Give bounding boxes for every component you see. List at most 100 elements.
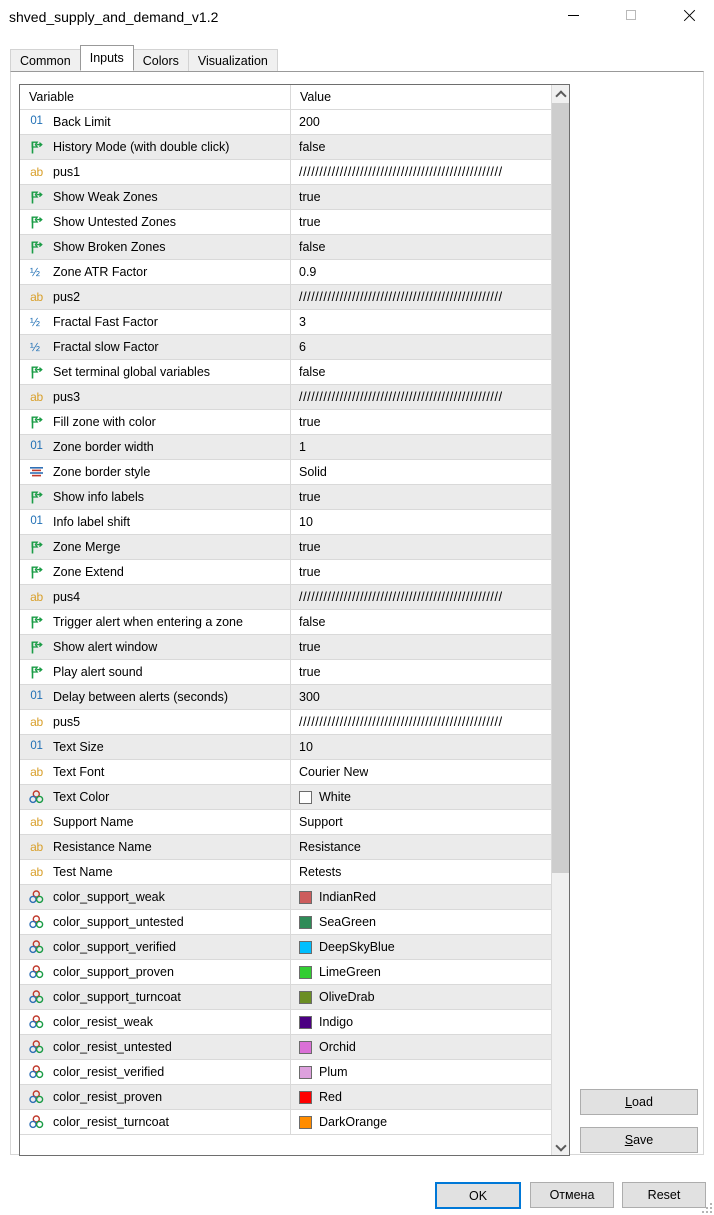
ok-button[interactable]: OK — [435, 1182, 521, 1209]
table-row[interactable]: Zone Extend true — [20, 560, 552, 585]
table-row[interactable]: 01 Delay between alerts (seconds) 300 — [20, 685, 552, 710]
scrollbar-thumb[interactable] — [552, 103, 569, 873]
table-row[interactable]: Text Color White — [20, 785, 552, 810]
table-row[interactable]: Trigger alert when entering a zone false — [20, 610, 552, 635]
cell-value[interactable]: false — [290, 360, 552, 384]
cell-value[interactable]: Support — [290, 810, 552, 834]
cell-value[interactable]: false — [290, 135, 552, 159]
save-button[interactable]: Save — [580, 1127, 698, 1153]
cell-value[interactable]: OliveDrab — [290, 985, 552, 1009]
cell-value[interactable]: 0.9 — [290, 260, 552, 284]
cell-value[interactable]: true — [290, 485, 552, 509]
table-row[interactable]: color_support_proven LimeGreen — [20, 960, 552, 985]
minimize-button[interactable] — [550, 0, 596, 30]
scroll-up-button[interactable] — [552, 85, 569, 103]
tab-visualization[interactable]: Visualization — [187, 49, 278, 71]
cell-value[interactable]: Red — [290, 1085, 552, 1109]
table-row[interactable]: History Mode (with double click) false — [20, 135, 552, 160]
cell-value[interactable]: 1 — [290, 435, 552, 459]
cell-value[interactable]: ////////////////////////////////////////… — [290, 285, 552, 309]
table-row[interactable]: ½ Fractal slow Factor 6 — [20, 335, 552, 360]
reset-button[interactable]: Reset — [622, 1182, 706, 1208]
maximize-button[interactable] — [608, 0, 654, 30]
table-row[interactable]: ab Test Name Retests — [20, 860, 552, 885]
cell-value[interactable]: true — [290, 210, 552, 234]
cell-value[interactable]: true — [290, 660, 552, 684]
cancel-button[interactable]: Отмена — [530, 1182, 614, 1208]
cell-value[interactable]: true — [290, 410, 552, 434]
table-row[interactable]: ab Support Name Support — [20, 810, 552, 835]
table-row[interactable]: Zone border style Solid — [20, 460, 552, 485]
cell-value[interactable]: ////////////////////////////////////////… — [290, 585, 552, 609]
cell-value[interactable]: ////////////////////////////////////////… — [290, 710, 552, 734]
tab-inputs[interactable]: Inputs — [79, 45, 134, 71]
grid-vertical-scrollbar[interactable] — [551, 85, 569, 1155]
table-row[interactable]: Play alert sound true — [20, 660, 552, 685]
table-row[interactable]: color_support_turncoat OliveDrab — [20, 985, 552, 1010]
cell-value[interactable]: Plum — [290, 1060, 552, 1084]
cell-value[interactable]: true — [290, 185, 552, 209]
cell-value[interactable]: true — [290, 635, 552, 659]
cell-value[interactable]: Retests — [290, 860, 552, 884]
cell-value[interactable]: 10 — [290, 510, 552, 534]
table-row[interactable]: Show Broken Zones false — [20, 235, 552, 260]
cell-value[interactable]: ////////////////////////////////////////… — [290, 160, 552, 184]
table-row[interactable]: Show Untested Zones true — [20, 210, 552, 235]
table-row[interactable]: 01 Back Limit 200 — [20, 110, 552, 135]
cell-value[interactable]: false — [290, 235, 552, 259]
table-row[interactable]: ab pus1 //////////////////////////////////… — [20, 160, 552, 185]
tab-colors[interactable]: Colors — [132, 49, 189, 71]
table-row[interactable]: ab pus4 //////////////////////////////////… — [20, 585, 552, 610]
cell-value[interactable]: false — [290, 610, 552, 634]
load-button[interactable]: Load — [580, 1089, 698, 1115]
cell-value[interactable]: DarkOrange — [290, 1110, 552, 1134]
cell-value[interactable]: 200 — [290, 110, 552, 134]
table-row[interactable]: color_resist_turncoat DarkOrange — [20, 1110, 552, 1135]
table-row[interactable]: color_resist_weak Indigo — [20, 1010, 552, 1035]
tab-common[interactable]: Common — [10, 49, 81, 71]
table-row[interactable]: ab pus5 //////////////////////////////////… — [20, 710, 552, 735]
table-row[interactable]: 01 Info label shift 10 — [20, 510, 552, 535]
table-row[interactable]: color_resist_untested Orchid — [20, 1035, 552, 1060]
cell-value[interactable]: Courier New — [290, 760, 552, 784]
table-row[interactable]: color_support_weak IndianRed — [20, 885, 552, 910]
cell-value[interactable]: 300 — [290, 685, 552, 709]
table-row[interactable]: ½ Fractal Fast Factor 3 — [20, 310, 552, 335]
cell-value[interactable]: true — [290, 560, 552, 584]
cell-value[interactable]: White — [290, 785, 552, 809]
table-row[interactable]: color_support_verified DeepSkyBlue — [20, 935, 552, 960]
cell-value[interactable]: Solid — [290, 460, 552, 484]
table-row[interactable]: Show info labels true — [20, 485, 552, 510]
cell-value[interactable]: Resistance — [290, 835, 552, 859]
table-row[interactable]: ½ Zone ATR Factor 0.9 — [20, 260, 552, 285]
scroll-down-button[interactable] — [552, 1137, 569, 1155]
cell-value[interactable]: Indigo — [290, 1010, 552, 1034]
cell-value[interactable]: IndianRed — [290, 885, 552, 909]
table-row[interactable]: 01 Zone border width 1 — [20, 435, 552, 460]
table-row[interactable]: Fill zone with color true — [20, 410, 552, 435]
cell-value[interactable]: ////////////////////////////////////////… — [290, 385, 552, 409]
cell-value[interactable]: 3 — [290, 310, 552, 334]
table-row[interactable]: ab Text Font Courier New — [20, 760, 552, 785]
table-row[interactable]: color_support_untested SeaGreen — [20, 910, 552, 935]
cell-value[interactable]: SeaGreen — [290, 910, 552, 934]
cell-value[interactable]: 10 — [290, 735, 552, 759]
table-row[interactable]: color_resist_verified Plum — [20, 1060, 552, 1085]
table-row[interactable]: 01 Text Size 10 — [20, 735, 552, 760]
table-row[interactable]: Show alert window true — [20, 635, 552, 660]
scrollbar-trough[interactable] — [552, 873, 569, 909]
cell-value[interactable]: LimeGreen — [290, 960, 552, 984]
table-row[interactable]: Show Weak Zones true — [20, 185, 552, 210]
cell-value[interactable]: 6 — [290, 335, 552, 359]
table-row[interactable]: ab Resistance Name Resistance — [20, 835, 552, 860]
table-row[interactable]: ab pus3 //////////////////////////////////… — [20, 385, 552, 410]
resize-grip[interactable] — [702, 1203, 712, 1213]
cell-value[interactable]: true — [290, 535, 552, 559]
table-row[interactable]: color_resist_proven Red — [20, 1085, 552, 1110]
table-row[interactable]: ab pus2 //////////////////////////////////… — [20, 285, 552, 310]
table-row[interactable]: Set terminal global variables false — [20, 360, 552, 385]
close-button[interactable] — [666, 0, 712, 30]
cell-value[interactable]: Orchid — [290, 1035, 552, 1059]
table-row[interactable]: Zone Merge true — [20, 535, 552, 560]
cell-value[interactable]: DeepSkyBlue — [290, 935, 552, 959]
